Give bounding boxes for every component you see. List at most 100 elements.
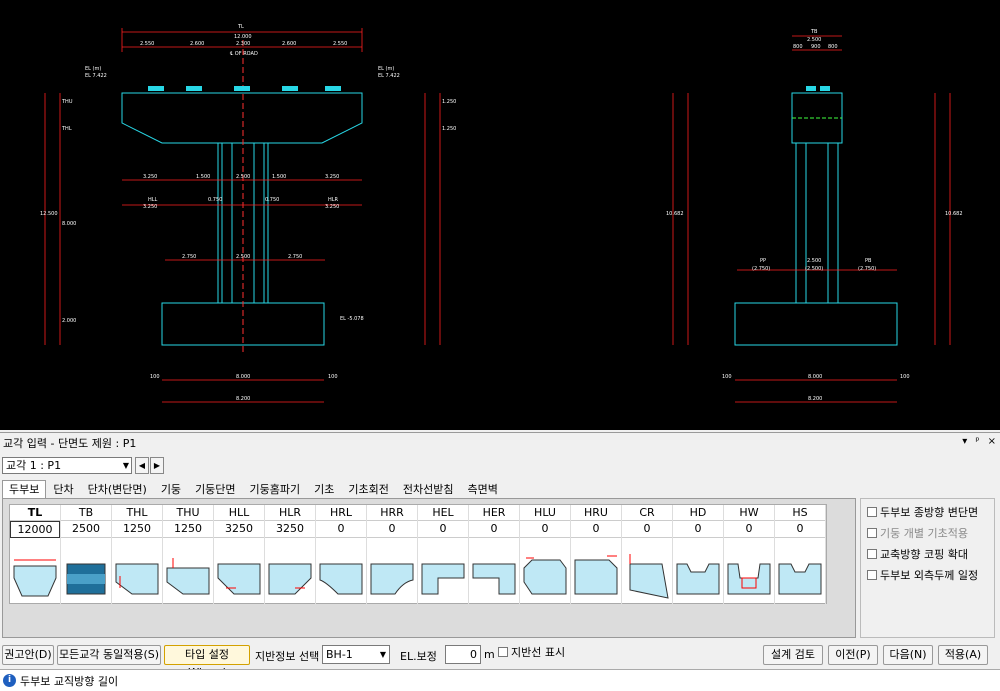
show-ground-line[interactable]: 지반선 표시 <box>498 643 565 660</box>
front-dim-5: 2.550 <box>333 41 347 47</box>
front-column-right <box>253 142 269 304</box>
side-pp: PP <box>760 258 766 264</box>
el-bottom: EL -5.078 <box>340 316 364 322</box>
front-coping <box>121 92 363 144</box>
front-dim-1: 2.550 <box>140 41 154 47</box>
grid-value-input[interactable]: 0 <box>367 521 417 538</box>
info-icon: i <box>3 674 16 687</box>
grid-header: HEL <box>418 505 468 521</box>
tab-coping[interactable]: 두부보 <box>2 480 47 499</box>
tab-content: TL 12000 TB 2500 THL 1250 THU 1250 HLL 3250 HLR 325… <box>2 498 856 638</box>
option-label: 두부보 외측두께 일정 <box>880 568 979 582</box>
grid-header: HS <box>775 505 825 521</box>
grid-column-tl: TL 12000 <box>10 505 61 605</box>
dropdown-icon[interactable]: ▾ <box>962 436 967 447</box>
show-ground-label: 지반선 표시 <box>511 645 566 659</box>
grid-value-input[interactable]: 0 <box>418 521 468 538</box>
mid-dim-5: 3.250 <box>325 174 339 180</box>
ground-info-select[interactable]: BH-1 ▼ <box>322 645 390 664</box>
prev-icon: ◀ <box>138 461 146 470</box>
pin-icon[interactable]: ᵖ <box>975 436 979 447</box>
tab-side-wall[interactable]: 측면벽 <box>461 480 505 499</box>
shape-diagram <box>367 538 417 602</box>
type-wizard-button[interactable]: 타입 설정 Wizard <box>164 645 250 679</box>
grid-header: HER <box>469 505 519 521</box>
grid-value-input[interactable]: 1250 <box>163 521 213 538</box>
shape-diagram <box>316 538 366 602</box>
checkbox[interactable] <box>498 646 508 657</box>
checkbox[interactable] <box>867 506 877 517</box>
checkbox[interactable] <box>867 569 877 580</box>
pier-select[interactable]: 교각 1 : P1 ▼ <box>2 457 132 474</box>
shape-diagram <box>622 538 672 602</box>
recommend-button[interactable]: 권고안(D) <box>2 645 54 665</box>
tab-column-section[interactable]: 기둥단면 <box>188 480 242 499</box>
el-right-value: EL 7.422 <box>378 73 400 79</box>
grid-header: THL <box>112 505 162 521</box>
grid-header: TB <box>61 505 111 521</box>
shape-diagram <box>673 538 723 602</box>
height-left: 12.500 <box>40 211 58 217</box>
side-texts: TB 2.500 800 900 800 10.682 10.682 PP PB… <box>666 29 963 402</box>
tab-foundation-rotation[interactable]: 기초회전 <box>341 480 395 499</box>
checkbox[interactable] <box>867 548 877 559</box>
tab-column-groove[interactable]: 기둥홈파기 <box>243 480 308 499</box>
grid-header: HW <box>724 505 774 521</box>
grid-column-her: HER 0 <box>469 505 520 605</box>
grid-value-input[interactable]: 0 <box>673 521 723 538</box>
grid-column-hlu: HLU 0 <box>520 505 571 605</box>
grid-value-input[interactable]: 0 <box>469 521 519 538</box>
grid-value-input[interactable]: 2500 <box>61 521 111 538</box>
grid-column-thl: THL 1250 <box>112 505 163 605</box>
option-coping-thickness-constant[interactable]: 두부보 외측두께 일정 <box>867 566 994 583</box>
next-button[interactable]: 다음(N) <box>883 645 933 665</box>
option-label: 두부보 종방향 변단면 <box>880 505 979 519</box>
el-unit: m <box>484 648 495 661</box>
apply-all-piers-button[interactable]: 모든교각 동일적용(S) <box>57 645 161 665</box>
mid-dim-1: 3.250 <box>143 174 157 180</box>
shape-diagram <box>10 538 60 602</box>
road-label: ℄ OF ROAD <box>230 51 258 57</box>
cad-drawing-area[interactable]: TL 12.000 2.550 2.600 2.300 2.600 2.550 … <box>0 0 1000 430</box>
el-correction-input[interactable]: 0 <box>445 645 481 664</box>
grid-column-hrl: HRL 0 <box>316 505 367 605</box>
grid-value-input[interactable]: 0 <box>316 521 366 538</box>
chevron-down-icon: ▼ <box>122 461 129 470</box>
grid-value-input[interactable]: 1250 <box>112 521 162 538</box>
option-label: 교축방향 코핑 확대 <box>880 547 968 561</box>
tab-catenary-support[interactable]: 전차선받침 <box>396 480 461 499</box>
grid-value-input[interactable]: 0 <box>571 521 621 538</box>
grid-value-input[interactable]: 0 <box>520 521 570 538</box>
next-pier-button[interactable]: ▶ <box>150 457 164 474</box>
ground-info-label: 지반정보 선택 <box>255 650 320 663</box>
side-tb-value: 2.500 <box>807 37 821 43</box>
foot-dim-2: 8.000 <box>236 374 250 380</box>
grid-value-input[interactable]: 3250 <box>214 521 264 538</box>
apply-button[interactable]: 적용(A) <box>938 645 988 665</box>
option-coping-longitudinal[interactable]: 두부보 종방향 변단면 <box>867 503 994 520</box>
grid-value-input[interactable]: 12000 <box>10 521 60 538</box>
design-check-button[interactable]: 설계 검토 <box>763 645 823 665</box>
shape-diagram <box>520 538 570 602</box>
height-bot: 2.000 <box>62 318 76 324</box>
grid-value-input[interactable]: 0 <box>775 521 825 538</box>
grid-value-input[interactable]: 0 <box>622 521 672 538</box>
tab-foundation[interactable]: 기초 <box>307 480 341 499</box>
grid-value-input[interactable]: 3250 <box>265 521 315 538</box>
previous-button[interactable]: 이전(P) <box>828 645 878 665</box>
option-label: 기둥 개별 기초적용 <box>880 526 968 540</box>
col-dim-2: 2.500 <box>236 254 250 260</box>
tab-column[interactable]: 기둥 <box>154 480 188 499</box>
close-icon[interactable]: × <box>988 436 996 447</box>
grid-column-hlr: HLR 3250 <box>265 505 316 605</box>
tab-step[interactable]: 단차 <box>46 480 80 499</box>
front-dim-3: 2.300 <box>236 41 250 47</box>
grid-column-hd: HD 0 <box>673 505 724 605</box>
tab-step-variable[interactable]: 단차(변단면) <box>81 480 154 499</box>
foot-total: 8.200 <box>236 396 250 402</box>
front-tl-value: 12.000 <box>234 34 252 40</box>
chevron-down-icon: ▼ <box>379 650 386 659</box>
prev-pier-button[interactable]: ◀ <box>135 457 149 474</box>
grid-value-input[interactable]: 0 <box>724 521 774 538</box>
option-coping-expansion[interactable]: 교축방향 코핑 확대 <box>867 545 994 562</box>
